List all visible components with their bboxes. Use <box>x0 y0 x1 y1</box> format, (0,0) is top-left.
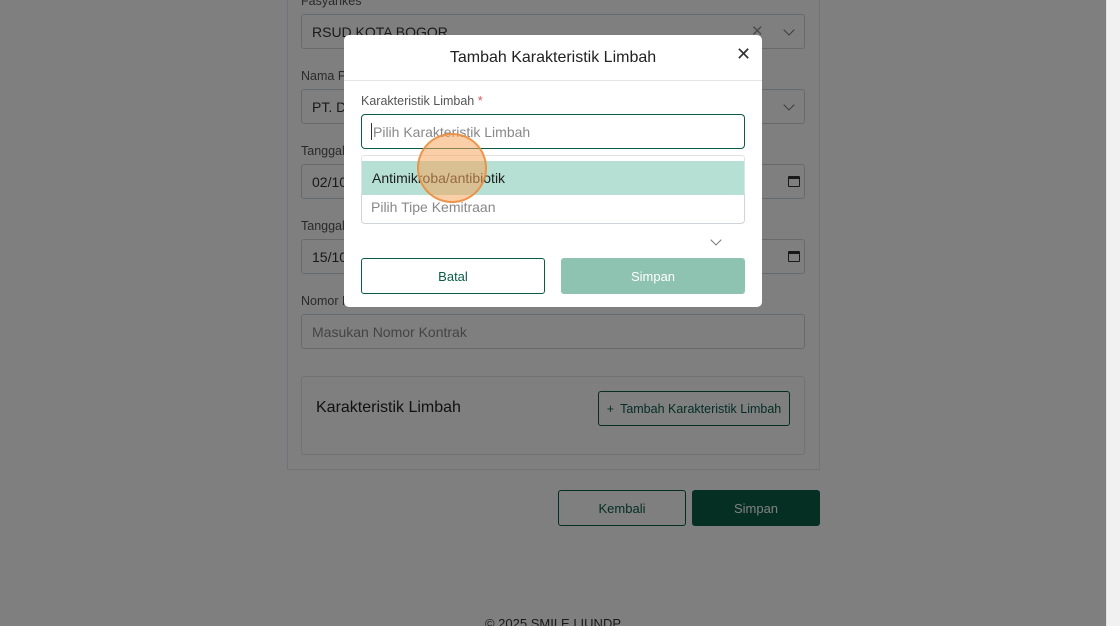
text-caret <box>371 123 372 140</box>
modal-title: Tambah Karakteristik Limbah <box>449 49 657 66</box>
chevron-down-icon <box>710 234 722 246</box>
scrollbar[interactable] <box>1106 0 1120 626</box>
karakteristik-field-label: Karakteristik Limbah * <box>361 94 483 108</box>
cancel-button[interactable]: Batal <box>361 258 545 294</box>
karakteristik-select[interactable]: Pilih Karakteristik Limbah <box>361 114 745 149</box>
modal-divider <box>344 80 762 81</box>
tipe-kemitraan-placeholder: Pilih Tipe Kemitraan <box>371 198 496 215</box>
required-mark: * <box>477 94 483 108</box>
modal-save-button[interactable]: Simpan <box>561 258 745 294</box>
click-indicator <box>417 133 487 203</box>
close-icon[interactable]: ✕ <box>736 45 751 63</box>
add-karakteristik-modal: Tambah Karakteristik Limbah ✕ Karakteris… <box>344 35 762 307</box>
karakteristik-label-text: Karakteristik Limbah <box>361 94 475 108</box>
